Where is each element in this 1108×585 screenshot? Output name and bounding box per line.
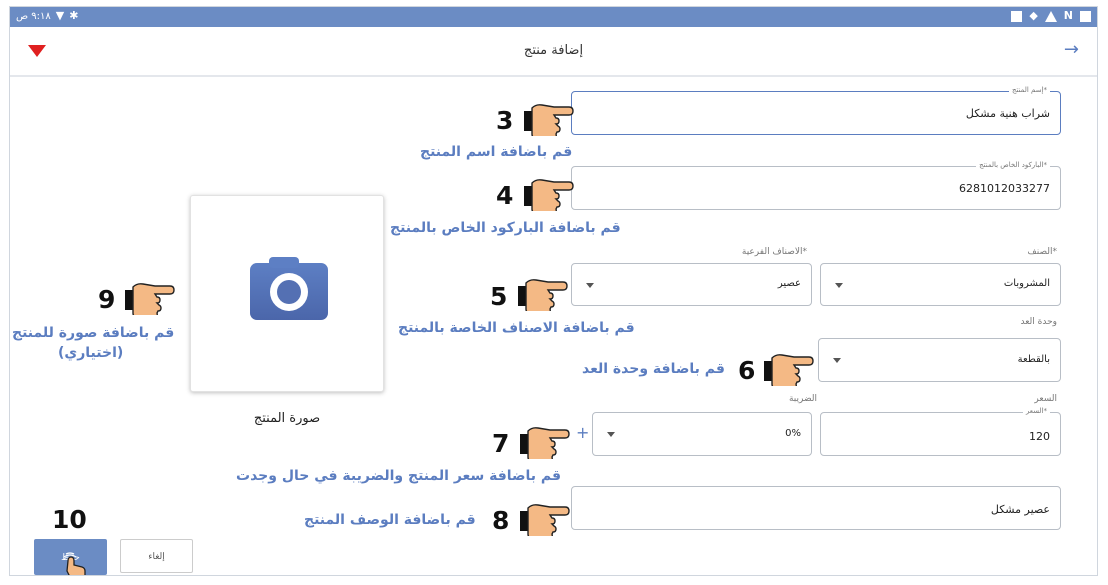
app-bar: إضافة منتج → (10, 27, 1097, 77)
price-label: السعر* (1022, 406, 1050, 416)
pointing-hand-icon (518, 279, 568, 311)
app-window: ٩:١٨ ص ▼ ✱ ◆ N إضافة منتج → إسم المنتج* … (9, 6, 1098, 576)
step-10-number: 10 (52, 505, 87, 534)
step-8-number: 8 (492, 506, 510, 535)
description-field[interactable]: عصير مشكل (571, 486, 1061, 530)
notification-icon (1011, 10, 1023, 22)
alert-icon (1044, 10, 1057, 22)
back-arrow-icon[interactable]: → (1064, 39, 1079, 60)
pointing-hand-icon (520, 427, 570, 459)
barcode-value: 6281012033277 (959, 182, 1050, 195)
step-5-number: 5 (490, 282, 508, 311)
barcode-field[interactable]: الباركود الخاص بالمنتج* 6281012033277 (571, 160, 1061, 210)
chevron-down-icon (835, 282, 843, 288)
chevron-down-icon (833, 358, 841, 363)
status-time: ٩:١٨ ص (16, 10, 51, 22)
price-field[interactable]: السعر* 120 (820, 406, 1061, 456)
step-4-number: 4 (496, 181, 514, 210)
page-title: إضافة منتج (523, 43, 584, 58)
pointing-hand-icon (524, 179, 574, 211)
subcategory-label: الاصناف الفرعية* (741, 247, 807, 257)
product-photo-picker[interactable] (190, 195, 384, 392)
category-label: الصنف* (1027, 247, 1057, 257)
hint-step-8: قم باضافة الوصف المنتج (304, 512, 476, 528)
subcategory-select[interactable]: عصير (571, 263, 812, 306)
price-value: 120 (1029, 430, 1050, 443)
pointing-hand-icon (764, 354, 814, 386)
chevron-down-icon (607, 432, 615, 437)
product-name-field[interactable]: إسم المنتج* شراب هنية مشكل (571, 85, 1061, 135)
unit-value: بالقطعة (1017, 354, 1050, 365)
hint-step-9: قم باضافة صورة للمنتج (12, 325, 175, 341)
hint-step-4: قم باضافة الباركود الخاص بالمنتج (390, 220, 621, 236)
hint-step-7: قم باضافة سعر المنتج والضريبة في حال وجد… (236, 468, 562, 484)
hint-step-3: قم باضافة اسم المنتج (420, 144, 573, 160)
step-7-number: 7 (492, 429, 510, 458)
product-name-label: إسم المنتج* (1008, 85, 1050, 95)
step-9-number: 9 (98, 285, 116, 314)
cast-icon: ◆ (1029, 9, 1038, 22)
description-value: عصير مشكل (990, 503, 1050, 516)
pointing-hand-icon (520, 504, 570, 536)
add-tax-button[interactable]: + (576, 423, 589, 442)
subcategory-value: عصير (777, 278, 801, 289)
cancel-button[interactable]: إلغاء (120, 539, 193, 573)
tax-value: 0% (785, 428, 801, 439)
barcode-label: الباركود الخاص بالمنتج* (976, 160, 1050, 170)
wifi-status-icon: ▼ (55, 9, 65, 22)
photo-label: صورة المنتج (253, 411, 321, 426)
category-select[interactable]: المشروبات (820, 263, 1061, 306)
hint-step-5: قم باضافة الاصناف الخاصة بالمنتج (398, 320, 635, 336)
unit-label: وحدة العد (1020, 317, 1057, 327)
pointing-hand-icon (125, 283, 175, 315)
unit-select[interactable]: بالقطعة (818, 338, 1061, 382)
camera-icon (250, 257, 328, 320)
price-outer-label: السعر (1034, 394, 1057, 404)
step-3-number: 3 (496, 106, 514, 135)
product-name-value: شراب هنية مشكل (965, 107, 1050, 120)
screen-icon (1080, 10, 1091, 22)
category-value: المشروبات (1003, 278, 1050, 289)
chevron-down-icon (586, 282, 594, 288)
bluetooth-icon: ✱ (69, 9, 79, 22)
tap-hand-icon (63, 552, 86, 575)
tax-select[interactable]: 0% (592, 412, 812, 456)
hint-step-6: قم باضافة وحدة العد (582, 361, 725, 377)
pointing-hand-icon (524, 104, 574, 136)
hint-step-9-optional: (اختياري) (58, 345, 124, 361)
step-6-number: 6 (738, 356, 756, 385)
tax-label: الضريبة (788, 394, 817, 404)
status-bar: ٩:١٨ ص ▼ ✱ ◆ N (10, 7, 1097, 27)
n-notification-icon: N (1063, 9, 1073, 22)
